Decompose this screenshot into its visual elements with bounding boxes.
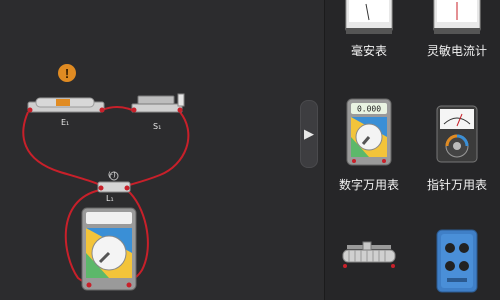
palette-toggle-button[interactable]: ▶ [300,100,318,168]
digital-multimeter-icon: 0.000 [346,98,392,166]
digital-multimeter-readout: 0.000 [357,105,381,114]
circuit-canvas[interactable]: ! E₁ S₁ L₁ (·) ▶ [0,0,324,300]
palette-item-galvanometer[interactable]: 灵敏电流计 [413,0,500,59]
palette-item-label: 毫安表 [350,44,387,58]
palette-item-label: 数字万用表 [338,178,399,192]
palette-item-label: 指针万用表 [426,178,487,192]
rheostat-icon [342,241,396,268]
bulb-display: (·) [108,171,116,179]
circuit-drawing [22,93,190,291]
palette-item-analog-multimeter[interactable]: 指针万用表 [413,104,500,193]
palette-item-milliammeter[interactable]: 毫安表 [325,0,413,59]
battery-label: E₁ [61,118,70,127]
milliammeter-icon [345,0,393,34]
analog-multimeter-icon [436,105,478,163]
wire-top [101,106,133,111]
palette-item-label: 灵敏电流计 [426,44,487,58]
switch-label: S₁ [153,122,162,131]
palette-item-digital-multimeter[interactable]: 0.000 数字万用表 [325,98,413,193]
battery-e1[interactable] [27,97,105,113]
component-palette: 毫安表 灵敏电流计 0.000 数字万用表 指针万用表 [324,0,500,300]
canvas-digital-multimeter[interactable] [81,207,137,291]
warning-icon[interactable]: ! [58,64,76,82]
bulb-label: L₁ [106,194,114,203]
switch-s1[interactable] [131,93,185,113]
palette-item-rheostat[interactable] [325,240,413,272]
palette-item-signal-generator[interactable] [413,228,500,294]
chevron-right-icon: ▶ [304,126,314,141]
galvanometer-icon [433,0,481,34]
signal-generator-icon [436,229,478,293]
